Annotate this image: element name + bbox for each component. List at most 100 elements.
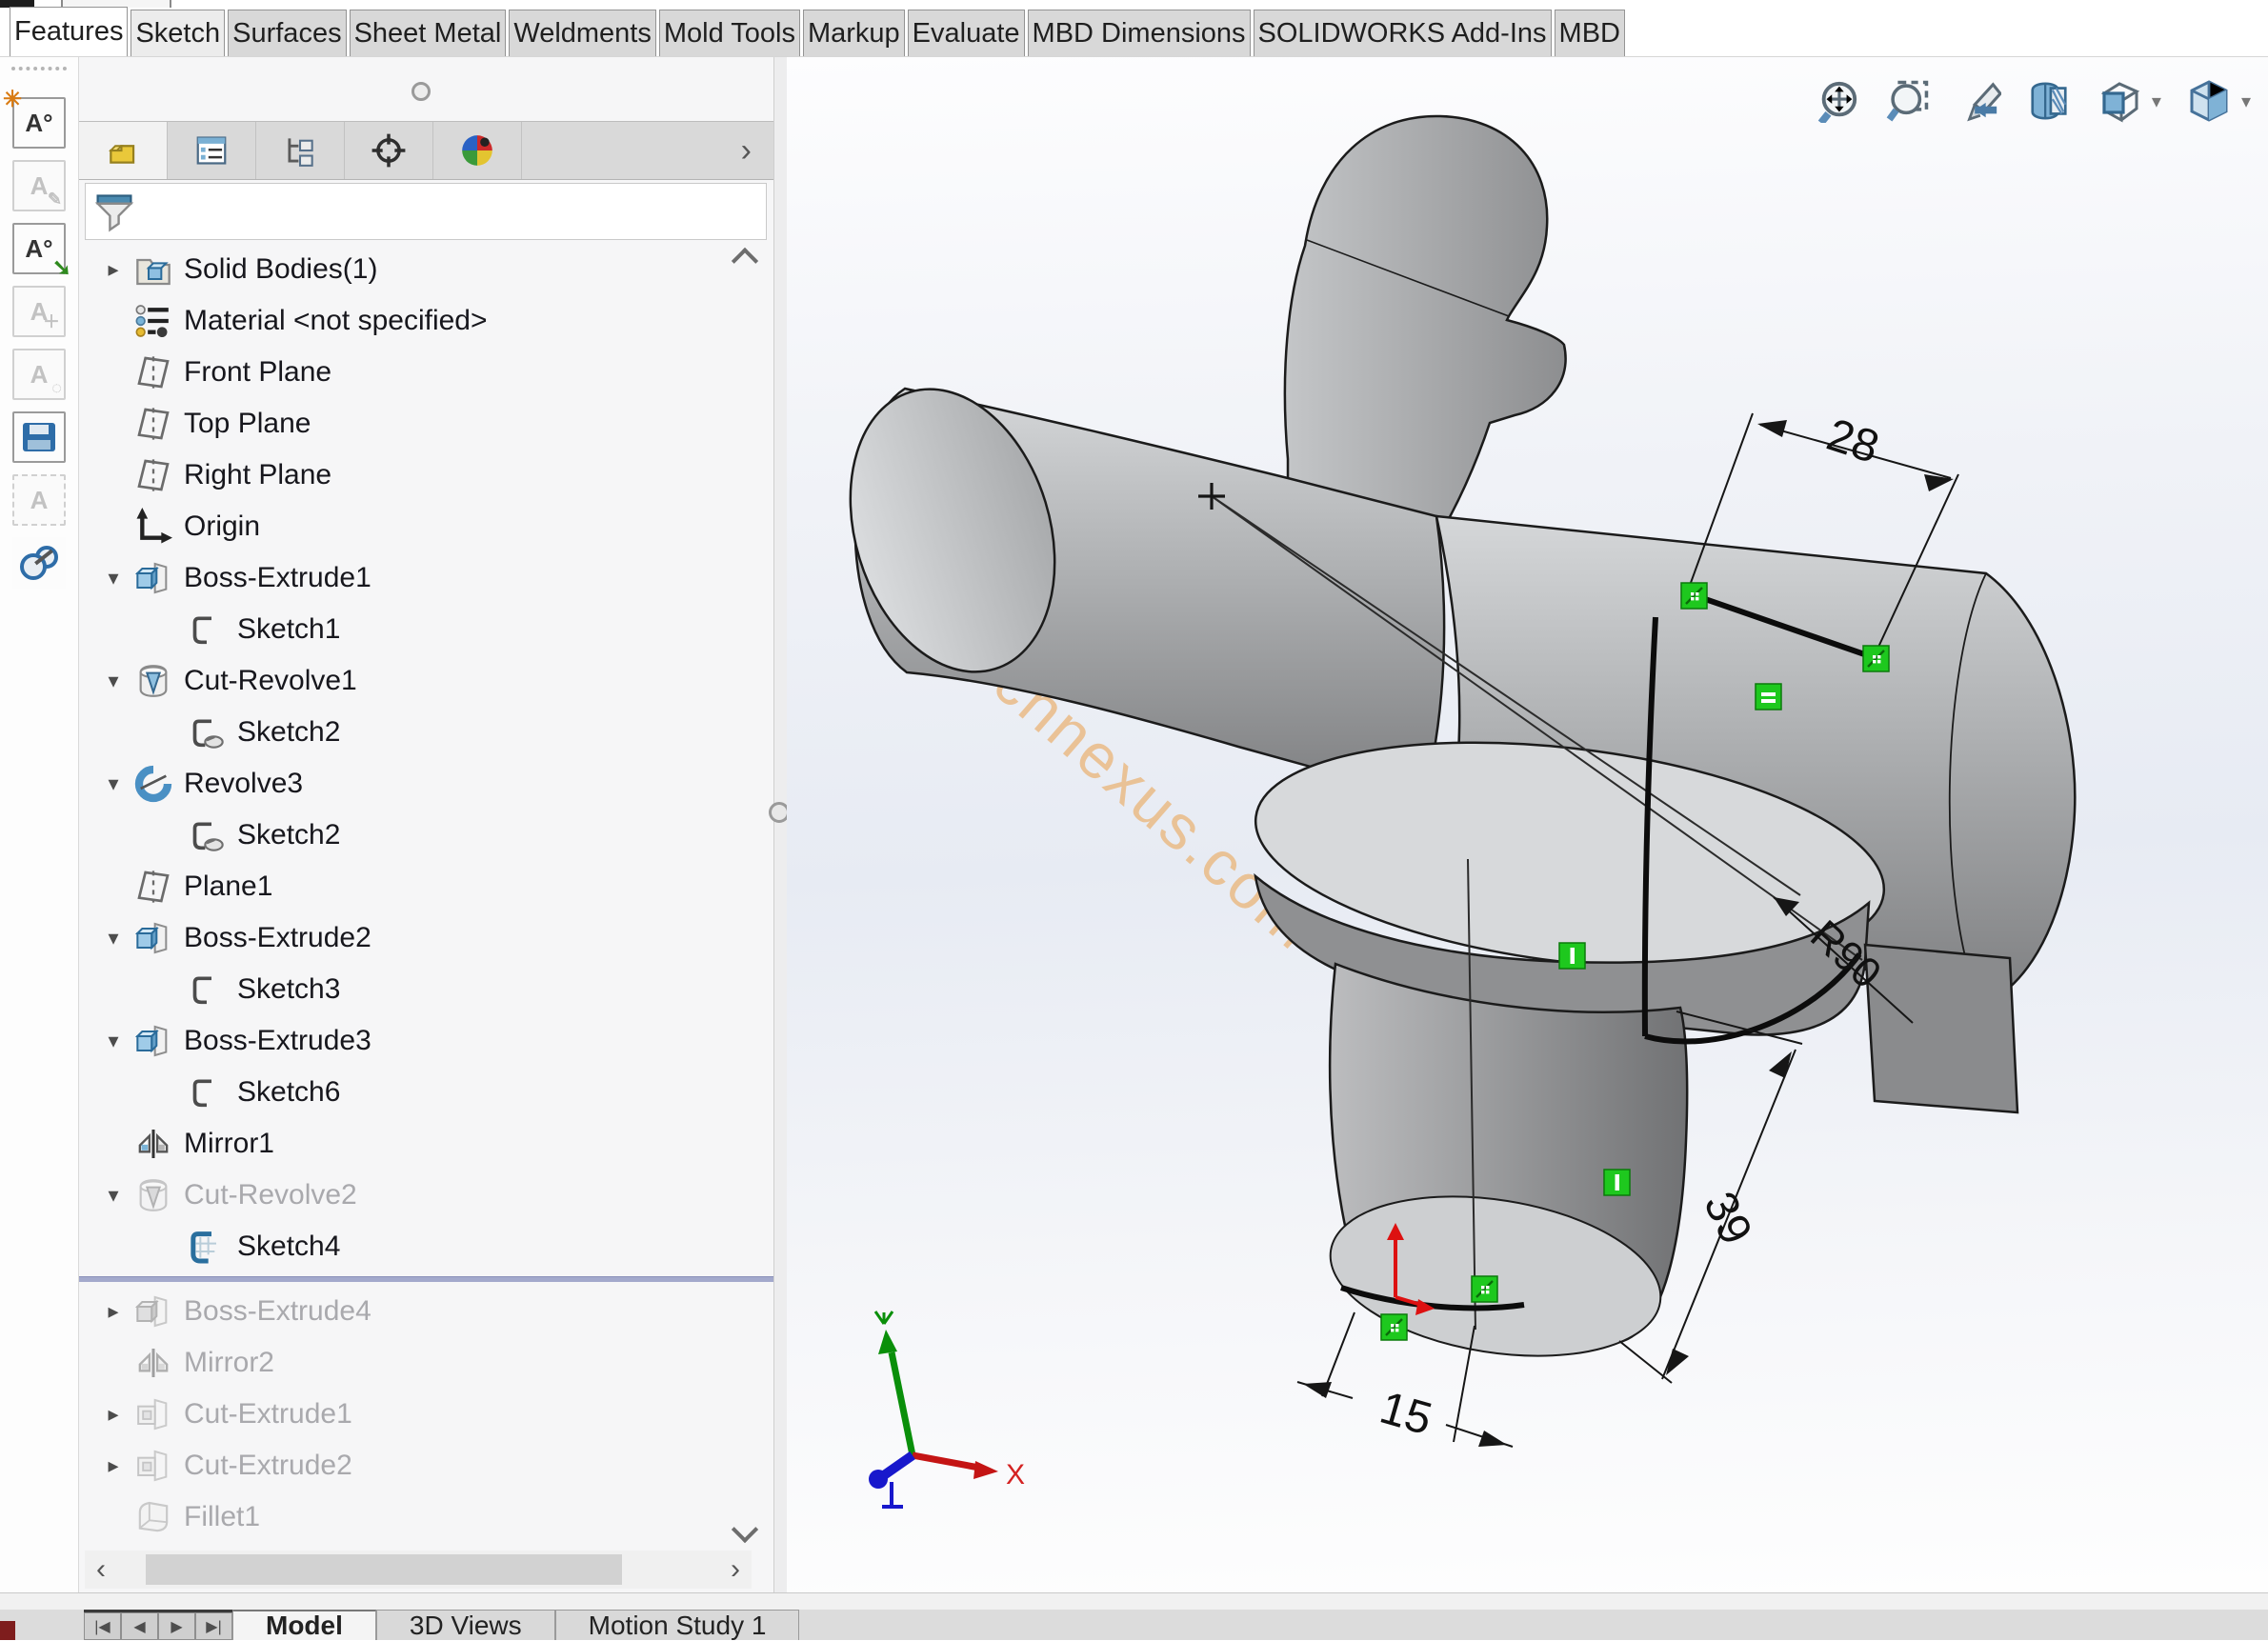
display-style-button[interactable] [2186,78,2232,124]
section-view-button[interactable] [2026,78,2072,124]
next-tab-button[interactable]: ▶ [158,1612,195,1640]
belt-chain-button[interactable] [12,537,66,589]
command-tab[interactable]: Markup [803,10,905,56]
tree-item[interactable]: Cut-Revolve2 [79,1170,774,1221]
previous-view-button[interactable] [1956,78,2001,124]
add-annotation-button[interactable]: A＋ [12,286,66,337]
tree-item[interactable] [79,1272,774,1286]
tree-item-icon [188,1073,226,1111]
tree-horizontal-scrollbar[interactable]: ‹ › [85,1551,752,1589]
tree-expander[interactable] [92,1453,134,1478]
tree-scroll-down[interactable] [733,1516,757,1541]
tree-item[interactable]: Boss-Extrude1 [79,552,774,604]
tree-item[interactable]: Sketch2 [79,810,774,861]
scrollbar-thumb[interactable] [146,1554,622,1585]
tree-expander[interactable] [92,771,134,796]
document-tab[interactable]: Motion Study 1 [555,1610,800,1640]
tree-item[interactable]: Sketch6 [79,1067,774,1118]
tree-expander[interactable] [92,1029,134,1053]
command-tab[interactable]: Weldments [509,10,656,56]
tree-item[interactable]: Cut-Extrude1 [79,1389,774,1440]
tree-item[interactable]: Boss-Extrude4 [79,1286,774,1337]
tab-featuremanager-design-tree[interactable] [79,122,168,179]
tree-item[interactable]: Cut-Extrude2 [79,1440,774,1491]
toolbar-grip[interactable] [11,67,67,70]
tab-propertymanager[interactable] [168,122,256,179]
panel-expand-chevron[interactable]: › [741,132,752,170]
tree-item-icon [134,1022,172,1060]
work-area: A°✳ A✎ A°➘ A＋ A◌ A › [0,57,2268,1592]
command-tab[interactable]: Sheet Metal [350,10,507,56]
panel-pin-handle[interactable] [411,82,431,101]
zoom-to-area-button[interactable] [1885,78,1931,124]
command-tab[interactable]: Features [10,7,128,56]
tree-filter-box[interactable] [85,183,767,240]
save-annotation-views-button[interactable] [12,411,66,463]
command-tab[interactable]: SOLIDWORKS Add-Ins [1254,10,1552,56]
tab-dimxpertmanager[interactable] [345,122,433,179]
tree-item[interactable]: Sketch3 [79,964,774,1015]
tree-item[interactable]: Top Plane [79,398,774,450]
tree-expander[interactable] [92,566,134,590]
tree-item[interactable]: Sketch4 [79,1221,774,1272]
tree-item[interactable]: Sketch1 [79,604,774,655]
command-tab[interactable]: MBD [1555,10,1625,56]
last-tab-button[interactable]: ▶| [195,1612,232,1640]
part-body[interactable] [817,116,2075,1377]
scroll-right-arrow[interactable]: › [719,1551,752,1589]
annotation-frame-button[interactable]: A [12,474,66,526]
tree-item[interactable]: Plane1 [79,861,774,912]
dim-28[interactable]: 28 [1821,410,1885,473]
graphics-viewport[interactable]: ▾ ▾ Mechnexus.com [787,57,2268,1592]
tree-item[interactable]: Origin [79,501,774,552]
tree-scroll-up[interactable] [733,248,757,272]
tree-item[interactable]: Right Plane [79,450,774,501]
tree-item[interactable]: Boss-Extrude2 [79,912,774,964]
tab-configurationmanager[interactable] [256,122,345,179]
tree-item[interactable]: Cut-Revolve1 [79,655,774,707]
tab-displaymanager[interactable] [433,122,522,179]
tree-item[interactable]: Mirror1 [79,1118,774,1170]
edit-annotation-view-button[interactable]: A✎ [12,160,66,211]
relation-coincident-icon [1681,583,1707,609]
tree-item[interactable]: Sketch2 [79,707,774,758]
tree-expander[interactable] [92,1402,134,1427]
scrollbar-track[interactable] [117,1551,719,1589]
scroll-left-arrow[interactable]: ‹ [85,1551,117,1589]
command-tab[interactable]: Mold Tools [659,10,800,56]
tree-item[interactable]: Boss-Extrude3 [79,1015,774,1067]
view-orientation-caret[interactable]: ▾ [2152,90,2161,113]
tree-expander[interactable] [92,1299,134,1324]
command-tab[interactable]: Evaluate [908,10,1025,56]
new-annotation-view-button[interactable]: A°✳ [12,97,66,149]
tree-item[interactable]: Mirror2 [79,1337,774,1389]
command-tab[interactable]: Surfaces [228,10,346,56]
tree-expander[interactable] [92,1183,134,1208]
annotation-group-button[interactable]: A◌ [12,349,66,400]
tree-expander[interactable] [92,926,134,951]
document-tab[interactable]: Model [232,1610,376,1640]
import-annotations-button[interactable]: A°➘ [12,223,66,274]
tree-item[interactable] [79,1543,774,1551]
command-tab[interactable]: Sketch [130,10,225,56]
tree-expander[interactable] [92,257,134,282]
tree-expander[interactable] [92,669,134,693]
dim-15[interactable]: 15 [1375,1383,1437,1446]
tree-item[interactable]: Fillet1 [79,1491,774,1543]
display-style-caret[interactable]: ▾ [2241,90,2251,113]
3d-model-scene[interactable]: Mechnexus.com [787,57,2268,1592]
tree-item[interactable]: Material <not specified> [79,295,774,347]
document-tab[interactable]: 3D Views [376,1610,555,1640]
document-tab-bar: |◀ ◀ ▶ ▶| Model3D ViewsMotion Study 1 [0,1610,2268,1640]
zoom-to-fit-button[interactable] [1815,78,1860,124]
relation-vertical-icon [1559,943,1585,969]
tree-item[interactable]: Revolve3 [79,758,774,810]
dim-39[interactable]: 39 [1694,1185,1761,1252]
first-tab-button[interactable]: |◀ [84,1612,121,1640]
prev-tab-button[interactable]: ◀ [121,1612,158,1640]
tree-item[interactable]: Front Plane [79,347,774,398]
command-tab[interactable]: MBD Dimensions [1028,10,1251,56]
filter-funnel-icon [93,190,135,233]
view-orientation-button[interactable] [2097,78,2142,124]
tree-item[interactable]: Solid Bodies(1) [79,244,774,295]
